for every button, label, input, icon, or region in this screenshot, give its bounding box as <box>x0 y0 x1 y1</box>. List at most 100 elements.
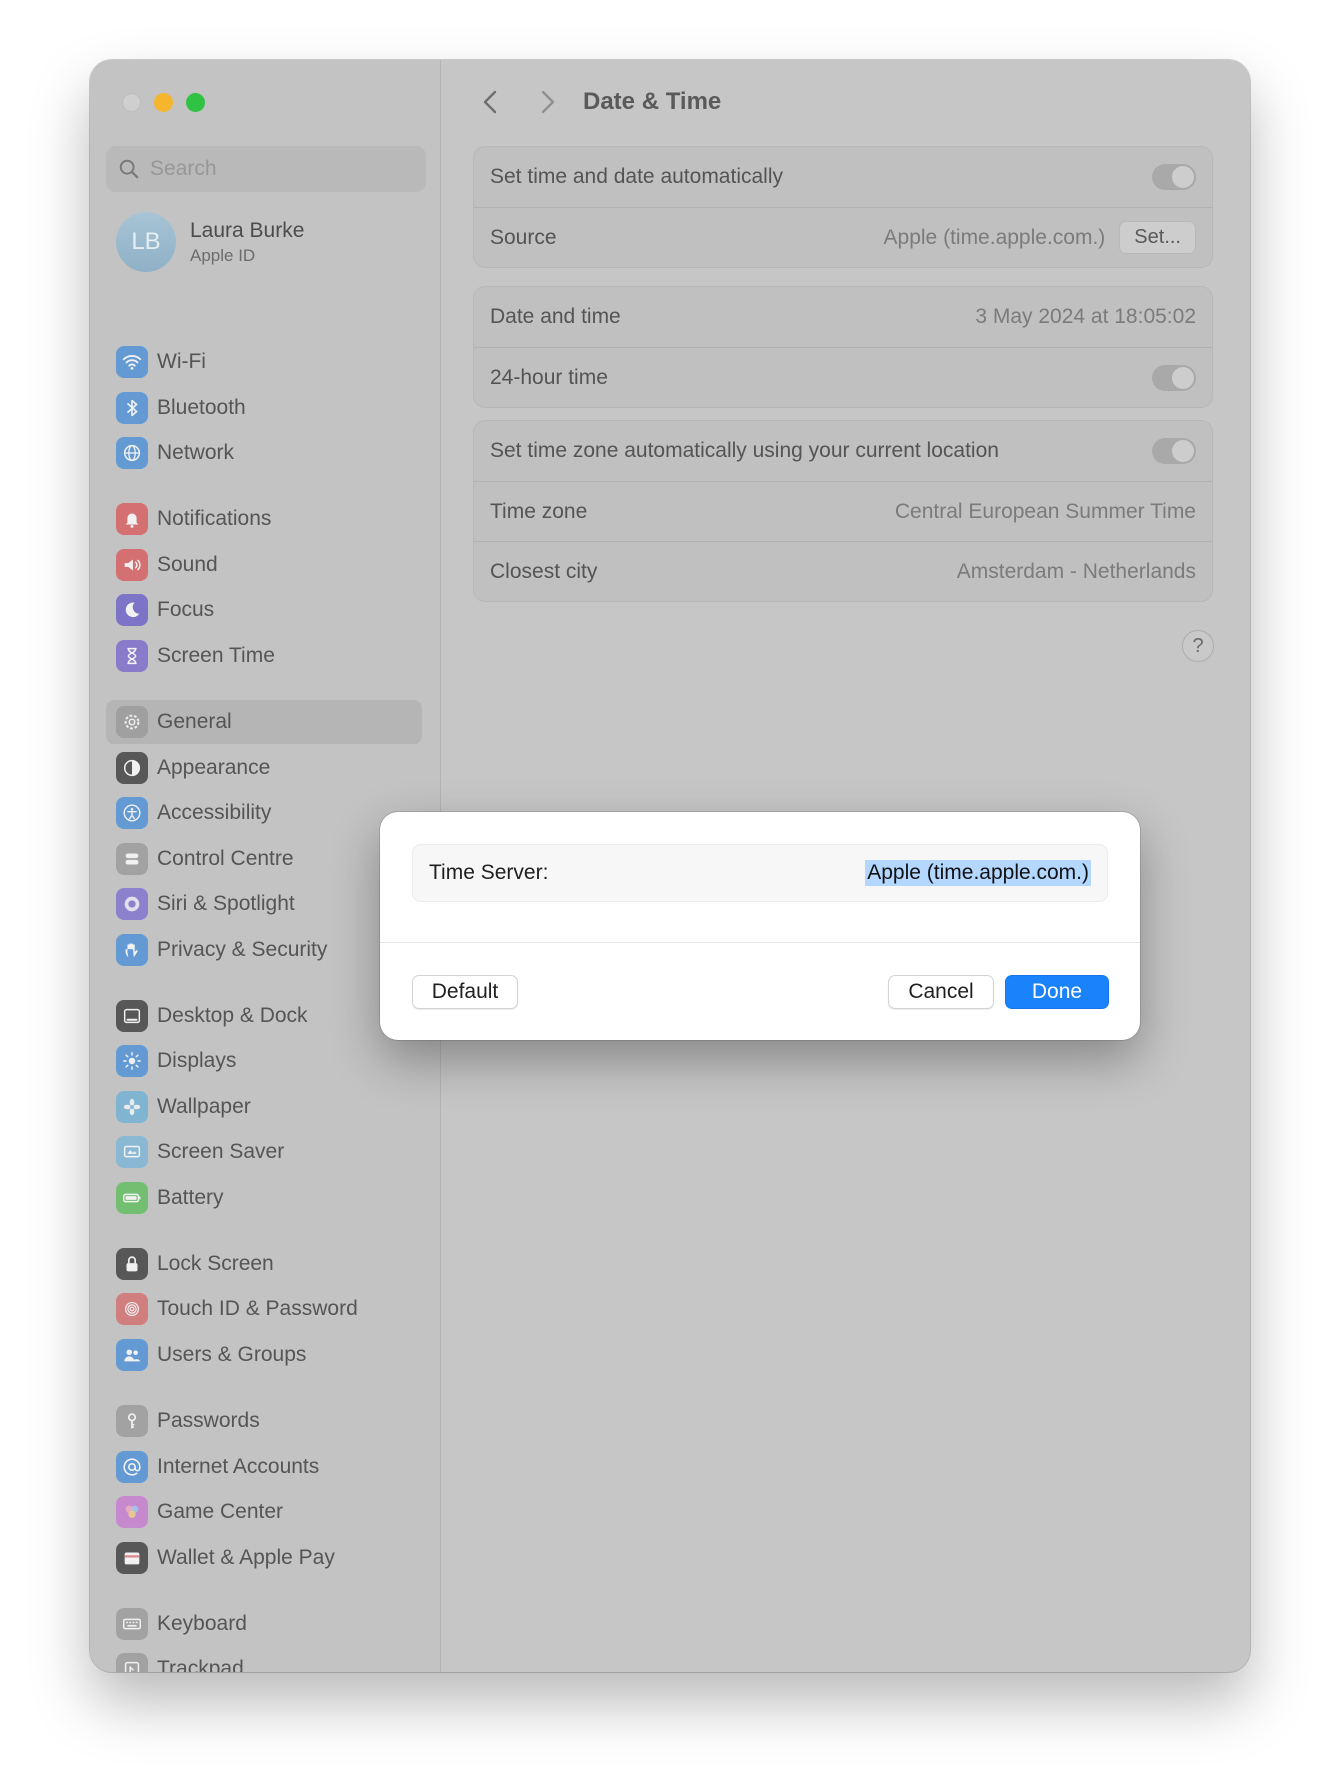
speaker-icon <box>116 549 148 581</box>
sidebar-item-privacy-security[interactable]: Privacy & Security <box>106 928 422 972</box>
sidebar-item-label: Internet Accounts <box>157 1455 320 1478</box>
sun-icon <box>116 1045 148 1077</box>
time-zone-value: Central European Summer Time <box>894 499 1196 523</box>
sidebar-item-battery[interactable]: Battery <box>106 1176 422 1220</box>
sidebar-item-wallet-apple-pay[interactable]: Wallet & Apple Pay <box>106 1536 422 1580</box>
sidebar-item-displays[interactable]: Displays <box>106 1039 422 1083</box>
dock-icon <box>116 1000 148 1032</box>
sidebar-item-label: Focus <box>157 598 215 621</box>
sidebar-item-trackpad[interactable]: Trackpad <box>106 1647 422 1672</box>
sidebar-item-internet-accounts[interactable]: Internet Accounts <box>106 1445 422 1489</box>
toggle-24-hour-time[interactable] <box>1152 364 1196 391</box>
account-name: Laura Burke <box>190 218 305 242</box>
toggle-time-zone-automatic[interactable] <box>1152 438 1196 464</box>
bluetooth-icon <box>116 392 148 424</box>
sidebar-item-passwords[interactable]: Passwords <box>106 1399 422 1443</box>
control-centre-icon <box>116 843 148 875</box>
default-button[interactable]: Default <box>412 975 518 1009</box>
source-value: Apple (time.apple.com.) <box>883 225 1106 249</box>
row-label: Date and time <box>490 305 621 328</box>
sidebar-item-label: Users & Groups <box>157 1343 307 1366</box>
time-server-field[interactable]: Time Server: Apple (time.apple.com.) <box>412 844 1108 902</box>
sidebar-item-lock-screen[interactable]: Lock Screen <box>106 1242 422 1286</box>
date-time-value: 3 May 2024 at 18:05:02 <box>975 305 1196 328</box>
appearance-icon <box>116 752 148 784</box>
sidebar-item-accessibility[interactable]: Accessibility <box>106 791 422 835</box>
minimize-button[interactable] <box>154 93 173 112</box>
sidebar-item-focus[interactable]: Focus <box>106 588 422 632</box>
sidebar-item-label: Wallpaper <box>157 1095 251 1118</box>
siri-icon <box>116 888 148 920</box>
cancel-button[interactable]: Cancel <box>888 975 994 1009</box>
sidebar-item-label: Displays <box>157 1049 237 1072</box>
sidebar-item-label: Privacy & Security <box>157 938 328 961</box>
time-server-label: Time Server: <box>429 861 549 884</box>
gear-icon <box>116 706 148 738</box>
time-server-input[interactable]: Apple (time.apple.com.) <box>865 860 1091 886</box>
sidebar-item-keyboard[interactable]: Keyboard <box>106 1602 422 1646</box>
search-field[interactable] <box>106 146 426 192</box>
sidebar-item-label: Touch ID & Password <box>157 1297 358 1320</box>
sidebar-item-appearance[interactable]: Appearance <box>106 746 422 790</box>
flower-icon <box>116 1091 148 1123</box>
row-label: Time zone <box>490 499 588 523</box>
help-button[interactable]: ? <box>1182 630 1214 662</box>
toggle-set-time-automatically[interactable] <box>1152 164 1196 190</box>
sidebar-item-label: Passwords <box>157 1409 260 1432</box>
sidebar-item-bluetooth[interactable]: Bluetooth <box>106 386 422 430</box>
sidebar-item-label: Network <box>157 441 235 464</box>
close-button[interactable] <box>122 93 141 112</box>
sidebar-item-wi-fi[interactable]: Wi-Fi <box>106 340 422 384</box>
sidebar-item-label: Screen Saver <box>157 1140 285 1163</box>
system-settings-window: LB Laura Burke Apple ID Wi-Fi Bluetooth Ne… <box>90 60 1250 1672</box>
sidebar-item-users-groups[interactable]: Users & Groups <box>106 1333 422 1377</box>
group-time-zone: Set time zone automatically using your c… <box>473 420 1213 602</box>
sidebar-item-label: Lock Screen <box>157 1252 274 1275</box>
done-button[interactable]: Done <box>1005 975 1109 1009</box>
globe-icon <box>116 437 148 469</box>
sidebar-item-label: Keyboard <box>157 1612 247 1635</box>
lock-icon <box>116 1248 148 1280</box>
page-title: Date & Time <box>583 88 722 115</box>
sidebar-item-label: Screen Time <box>157 644 275 667</box>
row-label: Set time and date automatically <box>490 165 783 188</box>
sidebar-item-network[interactable]: Network <box>106 431 422 475</box>
zoom-button[interactable] <box>186 93 205 112</box>
forward-chevron-icon[interactable] <box>533 86 563 118</box>
sidebar-item-sound[interactable]: Sound <box>106 543 422 587</box>
traffic-lights <box>122 93 205 112</box>
closest-city-value: Amsterdam - Netherlands <box>956 559 1196 583</box>
search-input[interactable] <box>150 157 410 181</box>
account-subtitle: Apple ID <box>190 245 256 265</box>
row-label: Set time zone automatically using your c… <box>490 439 999 462</box>
row-24-hour-time: 24-hour time <box>474 347 1212 407</box>
sidebar-item-siri-spotlight[interactable]: Siri & Spotlight <box>106 882 422 926</box>
sidebar-item-game-center[interactable]: Game Center <box>106 1490 422 1534</box>
row-time-zone-automatic: Set time zone automatically using your c… <box>474 421 1212 481</box>
battery-icon <box>116 1182 148 1214</box>
row-label: Source <box>490 225 557 249</box>
sidebar-item-label: Notifications <box>157 507 272 530</box>
sidebar-item-notifications[interactable]: Notifications <box>106 497 422 541</box>
set-source-button[interactable]: Set... <box>1119 221 1196 254</box>
toolbar: Date & Time <box>441 78 1250 126</box>
sidebar-item-label: Siri & Spotlight <box>157 892 295 915</box>
sidebar-item-wallpaper[interactable]: Wallpaper <box>106 1085 422 1129</box>
row-label: Closest city <box>490 559 598 583</box>
sidebar-item-screen-saver[interactable]: Screen Saver <box>106 1130 422 1174</box>
key-icon <box>116 1405 148 1437</box>
sidebar-item-touch-id-password[interactable]: Touch ID & Password <box>106 1287 422 1331</box>
sidebar-item-label: Sound <box>157 553 218 576</box>
wifi-icon <box>116 346 148 378</box>
sidebar-item-desktop-dock[interactable]: Desktop & Dock <box>106 994 422 1038</box>
avatar: LB <box>116 212 176 272</box>
apple-id-account[interactable]: LB Laura Burke Apple ID <box>116 212 304 272</box>
sidebar-item-general[interactable]: General <box>106 700 422 744</box>
sidebar-item-screen-time[interactable]: Screen Time <box>106 634 422 678</box>
search-icon <box>119 159 139 179</box>
sidebar-item-label: Trackpad <box>157 1657 244 1672</box>
sidebar-item-control-centre[interactable]: Control Centre <box>106 837 422 881</box>
back-chevron-icon[interactable] <box>475 86 505 118</box>
bell-icon <box>116 503 148 535</box>
row-source: Source Apple (time.apple.com.) Set... <box>474 207 1212 267</box>
